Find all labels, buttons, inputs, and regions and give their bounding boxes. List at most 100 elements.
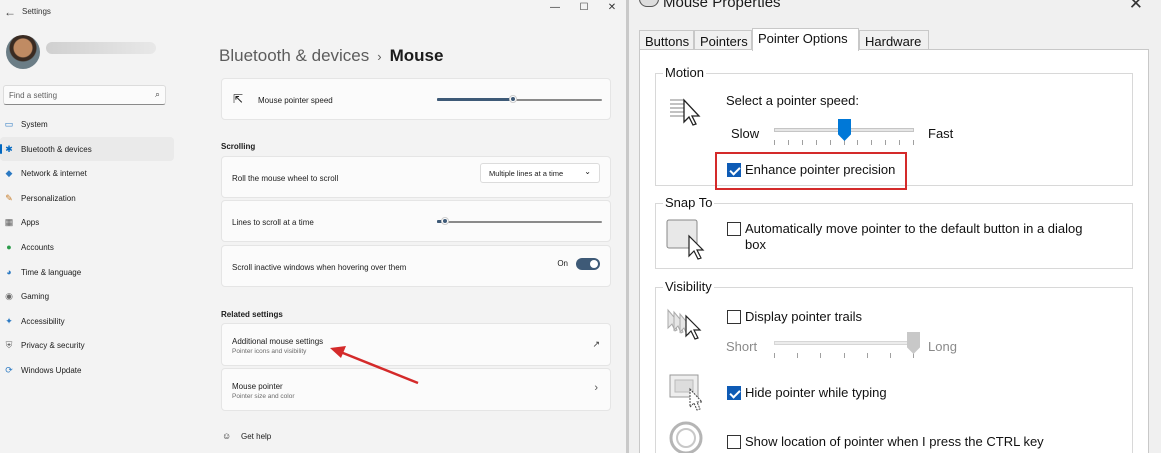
help-icon: ☺ <box>222 431 232 441</box>
sidebar-item-network-internet[interactable]: ◆ Network & internet <box>0 161 175 186</box>
user-name-blurred <box>46 42 156 54</box>
dialog-title: Mouse Properties <box>663 0 781 11</box>
hide-pointer-checkbox[interactable] <box>727 386 741 400</box>
avatar[interactable] <box>6 35 40 69</box>
motion-group-title: Motion <box>663 65 707 80</box>
sidebar-item-system[interactable]: ▭ System <box>0 112 175 137</box>
sidebar-item-time-language[interactable]: ◕ Time & language <box>0 260 175 285</box>
lines-scroll-track[interactable] <box>437 221 602 223</box>
slider-tick <box>899 140 901 145</box>
wheel-scroll-card: Roll the mouse wheel to scroll Multiple … <box>221 156 611 198</box>
sidebar-item-gaming[interactable]: ◉ Gaming <box>0 284 175 309</box>
slider-tick <box>774 353 775 358</box>
fast-label: Fast <box>928 126 954 141</box>
slider-tick <box>774 140 775 145</box>
shield-icon: ⛨ <box>5 340 13 351</box>
sidebar-item-label: Personalization <box>21 193 76 203</box>
close-button[interactable]: ✕ <box>603 2 621 13</box>
sidebar-nav: ▭ System ✱ Bluetooth & devices ◆ Network & in… <box>0 112 175 383</box>
pointer-speed-thumb[interactable] <box>508 95 517 103</box>
scrolling-header: Scrolling <box>221 142 256 151</box>
inactive-scroll-label: Scroll inactive windows when hovering ov… <box>232 263 407 272</box>
snap-to-checkbox[interactable] <box>727 222 741 236</box>
sidebar-item-label: Bluetooth & devices <box>21 144 92 154</box>
toggle-state-label: On <box>557 259 568 268</box>
sidebar-item-accounts[interactable]: ● Accounts <box>0 235 175 260</box>
tab-hardware[interactable]: Hardware <box>859 30 929 50</box>
settings-window: ← Settings — ☐ ✕ Find a setting ⌕ ▭ Syste… <box>0 0 626 453</box>
sidebar-item-apps[interactable]: ▦ Apps <box>0 210 175 235</box>
back-arrow-icon[interactable]: ← <box>4 5 16 19</box>
tab-pointer-options[interactable]: Pointer Options <box>752 28 859 51</box>
slider-tick <box>857 140 859 145</box>
long-label: Long <box>928 339 957 354</box>
search-placeholder: Find a setting <box>9 91 58 100</box>
bluetooth-icon: ✱ <box>5 143 13 154</box>
snap-to-group-title: Snap To <box>663 195 715 210</box>
slider-tick <box>797 353 799 358</box>
sidebar-item-windows-update[interactable]: ⟳ Windows Update <box>0 358 175 383</box>
minimize-button[interactable]: — <box>546 2 564 13</box>
sidebar-item-accessibility[interactable]: ✦ Accessibility <box>0 309 175 334</box>
lines-scroll-card: Lines to scroll at a time <box>221 200 611 242</box>
slow-label: Slow <box>731 126 760 141</box>
search-input[interactable]: Find a setting ⌕ <box>3 85 166 105</box>
trails-length-thumb[interactable] <box>907 332 920 354</box>
pointer-speed-card: ⇱ Mouse pointer speed <box>221 78 611 120</box>
mouse-pointer-title: Mouse pointer <box>232 382 283 391</box>
lines-scroll-thumb[interactable] <box>441 217 450 225</box>
breadcrumb-parent[interactable]: Bluetooth & devices <box>219 46 369 65</box>
tab-buttons[interactable]: Buttons <box>639 30 694 50</box>
precision-label[interactable]: Enhance pointer precision <box>745 162 895 177</box>
annotation-arrow-line <box>337 349 419 385</box>
globe-icon: ◕ <box>6 266 12 277</box>
wheel-scroll-label: Roll the mouse wheel to scroll <box>232 174 339 183</box>
mouse-pointer-subtitle: Pointer size and color <box>232 393 295 400</box>
slider-tick <box>885 140 887 145</box>
breadcrumb-separator: › <box>377 49 382 64</box>
sidebar-item-label: Windows Update <box>21 365 82 375</box>
slider-tick <box>787 140 789 145</box>
snap-to-label-line2[interactable]: box <box>745 237 766 252</box>
sidebar-item-personalization[interactable]: ✎ Personalization <box>0 186 175 211</box>
sidebar-item-privacy-security[interactable]: ⛨ Privacy & security <box>0 333 175 358</box>
dialog-close-button[interactable]: ✕ <box>1129 0 1143 14</box>
annotation-arrow <box>330 346 419 385</box>
settings-titlebar: ← Settings — ☐ ✕ <box>0 0 626 26</box>
ctrl-location-label[interactable]: Show location of pointer when I press th… <box>745 434 1044 449</box>
snap-to-label-line1[interactable]: Automatically move pointer to the defaul… <box>745 221 1083 236</box>
ctrl-location-icon <box>669 421 703 453</box>
ctrl-location-checkbox[interactable] <box>727 435 741 449</box>
slider-tick <box>871 140 873 145</box>
inactive-scroll-toggle[interactable] <box>576 258 600 270</box>
lines-scroll-label: Lines to scroll at a time <box>232 218 314 227</box>
get-help-link[interactable]: Get help <box>241 432 271 441</box>
precision-checkbox[interactable] <box>727 163 741 177</box>
maximize-button[interactable]: ☐ <box>575 2 593 13</box>
sidebar-item-label: Accessibility <box>21 316 65 326</box>
monitor-icon: ▭ <box>4 119 14 129</box>
search-icon[interactable]: ⌕ <box>155 89 160 100</box>
mouse-properties-dialog: Mouse Properties ✕ Buttons Pointers Poin… <box>629 0 1161 453</box>
tab-pointers[interactable]: Pointers <box>694 30 752 50</box>
wifi-icon: ◆ <box>5 168 13 179</box>
external-link-icon: ↗ <box>592 339 600 349</box>
wheel-scroll-dropdown[interactable]: Multiple lines at a time ⌄ <box>480 163 600 183</box>
cursor-icon: ⇱ <box>233 92 244 106</box>
sidebar-item-bluetooth-devices[interactable]: ✱ Bluetooth & devices <box>0 136 174 162</box>
trails-length-ticks <box>774 353 914 358</box>
sidebar-item-label: Apps <box>21 218 40 228</box>
dialog-speed-ticks <box>774 140 914 145</box>
hide-pointer-label[interactable]: Hide pointer while typing <box>745 385 887 400</box>
trails-length-track[interactable] <box>774 341 914 345</box>
pointer-trails-label[interactable]: Display pointer trails <box>745 309 862 324</box>
slider-tick <box>843 353 845 358</box>
dialog-speed-thumb[interactable] <box>838 119 851 141</box>
chevron-right-icon: › <box>594 382 598 394</box>
wheel-scroll-value: Multiple lines at a time <box>489 169 564 178</box>
snap-to-group: Snap To Automatically move pointer to th… <box>655 195 1133 269</box>
breadcrumb: Bluetooth & devices › Mouse <box>219 46 443 66</box>
pointer-trails-checkbox[interactable] <box>727 310 741 324</box>
pointer-options-panel: Motion Select a pointer speed: Slow Fast… <box>639 49 1149 453</box>
brush-icon: ✎ <box>5 192 13 203</box>
